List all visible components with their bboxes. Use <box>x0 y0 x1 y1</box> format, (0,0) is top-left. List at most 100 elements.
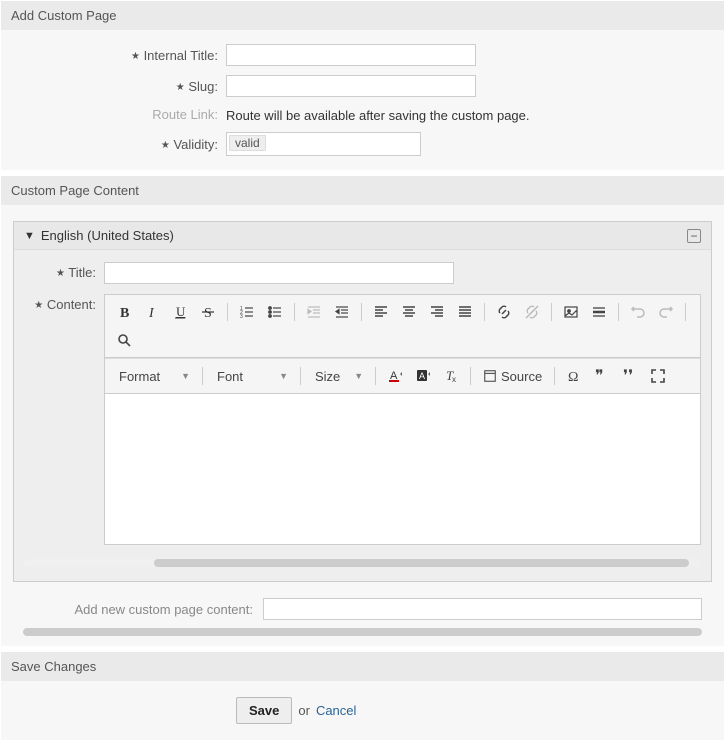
indent-icon[interactable] <box>329 299 355 325</box>
svg-text:❜❜: ❜❜ <box>623 368 633 384</box>
panel-header-add: Add Custom Page <box>1 1 724 30</box>
format-combo-label: Format <box>119 369 160 384</box>
row-internal-title: ★ Internal Title: <box>11 44 714 66</box>
svg-text:❞: ❞ <box>595 368 604 384</box>
panel-save-changes: Save Changes Save or Cancel <box>0 651 725 741</box>
unlink-icon <box>519 299 545 325</box>
special-char-icon[interactable]: Ω <box>561 363 587 389</box>
horizontal-scrollbar[interactable] <box>24 559 701 567</box>
background-color-icon[interactable]: A <box>410 363 436 389</box>
rich-text-editor: B I U S 123 <box>104 294 701 545</box>
language-body: ★ Title: ★ Content: B <box>14 250 711 581</box>
svg-text:3: 3 <box>240 314 243 320</box>
language-name: English (United States) <box>41 228 687 243</box>
caret-down-icon: ▼ <box>279 371 288 381</box>
label-content-text: Content: <box>47 297 96 312</box>
svg-text:B: B <box>120 306 129 320</box>
panel-add-custom-page: Add Custom Page ★ Internal Title: ★ Slug… <box>0 0 725 171</box>
toolbar-separator <box>554 367 555 385</box>
scrollbar-thumb[interactable] <box>154 559 689 567</box>
field-slug <box>226 75 714 97</box>
label-validity: ★ Validity: <box>11 137 226 152</box>
label-slug-text: Slug: <box>188 79 218 94</box>
align-left-icon[interactable] <box>368 299 394 325</box>
route-link-text: Route will be available after saving the… <box>226 106 714 123</box>
redo-icon <box>653 299 679 325</box>
label-internal-title-text: Internal Title: <box>144 48 218 63</box>
underline-icon[interactable]: U <box>167 299 193 325</box>
size-combo-label: Size <box>315 369 340 384</box>
search-icon[interactable] <box>111 327 137 353</box>
bullet-list-icon[interactable] <box>262 299 288 325</box>
toolbar-separator <box>470 367 471 385</box>
editor-content-area[interactable] <box>105 394 700 544</box>
required-star-icon: ★ <box>161 140 170 151</box>
bold-icon[interactable]: B <box>111 299 137 325</box>
toolbar-separator <box>202 367 203 385</box>
validity-select[interactable]: valid <box>226 132 421 156</box>
label-route-link: Route Link: <box>11 107 226 122</box>
panel-body-add: ★ Internal Title: ★ Slug: Route Link: Ro… <box>1 30 724 170</box>
source-label: Source <box>501 369 542 384</box>
format-combo[interactable]: Format▼ <box>111 363 196 389</box>
italic-icon[interactable]: I <box>139 299 165 325</box>
row-slug: ★ Slug: <box>11 75 714 97</box>
required-star-icon: ★ <box>176 82 185 93</box>
toolbar-separator <box>294 303 295 321</box>
title-input[interactable] <box>104 262 454 284</box>
field-content: B I U S 123 <box>104 294 701 545</box>
required-star-icon: ★ <box>56 268 65 279</box>
font-combo[interactable]: Font▼ <box>209 363 294 389</box>
label-slug: ★ Slug: <box>11 79 226 94</box>
language-header[interactable]: ▼ English (United States) − <box>14 222 711 250</box>
required-star-icon: ★ <box>131 51 140 62</box>
image-icon[interactable] <box>558 299 584 325</box>
svg-text:x: x <box>452 375 456 384</box>
quote-left-icon[interactable]: ❞ <box>589 363 615 389</box>
quote-right-icon[interactable]: ❜❜ <box>617 363 643 389</box>
text-color-icon[interactable]: A <box>382 363 408 389</box>
toolbar-separator <box>300 367 301 385</box>
align-center-icon[interactable] <box>396 299 422 325</box>
svg-text:I: I <box>148 306 155 320</box>
language-panel: ▼ English (United States) − ★ Title: <box>13 221 712 582</box>
maximize-icon[interactable] <box>645 363 671 389</box>
collapse-icon[interactable]: − <box>687 229 701 243</box>
label-add-new-content: Add new custom page content: <box>23 602 263 617</box>
outdent-icon <box>301 299 327 325</box>
or-text: or <box>298 703 310 718</box>
internal-title-input[interactable] <box>226 44 476 66</box>
label-validity-text: Validity: <box>173 137 218 152</box>
align-justify-icon[interactable] <box>452 299 478 325</box>
label-title: ★ Title: <box>24 262 104 284</box>
save-button[interactable]: Save <box>236 697 292 724</box>
align-right-icon[interactable] <box>424 299 450 325</box>
size-combo[interactable]: Size▼ <box>307 363 369 389</box>
panel-header-save: Save Changes <box>1 652 724 681</box>
label-title-text: Title: <box>68 265 96 280</box>
link-icon[interactable] <box>491 299 517 325</box>
cancel-link[interactable]: Cancel <box>316 703 356 718</box>
editor-toolbar-row2: Format▼ Font▼ Size▼ A A Tx <box>105 358 700 394</box>
caret-down-icon: ▼ <box>24 230 35 242</box>
slug-input[interactable] <box>226 75 476 97</box>
field-validity: valid <box>226 132 714 156</box>
svg-text:A: A <box>419 371 425 381</box>
toolbar-separator <box>685 303 686 321</box>
toolbar-separator <box>618 303 619 321</box>
remove-format-icon[interactable]: Tx <box>438 363 464 389</box>
source-button[interactable]: Source <box>477 363 548 389</box>
toolbar-separator <box>227 303 228 321</box>
add-new-content-input[interactable] <box>263 598 702 620</box>
horizontal-scrollbar[interactable] <box>23 628 702 636</box>
panel-body-save: Save or Cancel <box>1 681 724 740</box>
svg-text:U: U <box>176 304 186 319</box>
strike-icon[interactable]: S <box>195 299 221 325</box>
field-internal-title <box>226 44 714 66</box>
numbered-list-icon[interactable]: 123 <box>234 299 260 325</box>
toolbar-separator <box>551 303 552 321</box>
row-title: ★ Title: <box>24 262 701 284</box>
field-title <box>104 262 701 284</box>
toolbar-separator <box>375 367 376 385</box>
horizontal-rule-icon[interactable] <box>586 299 612 325</box>
